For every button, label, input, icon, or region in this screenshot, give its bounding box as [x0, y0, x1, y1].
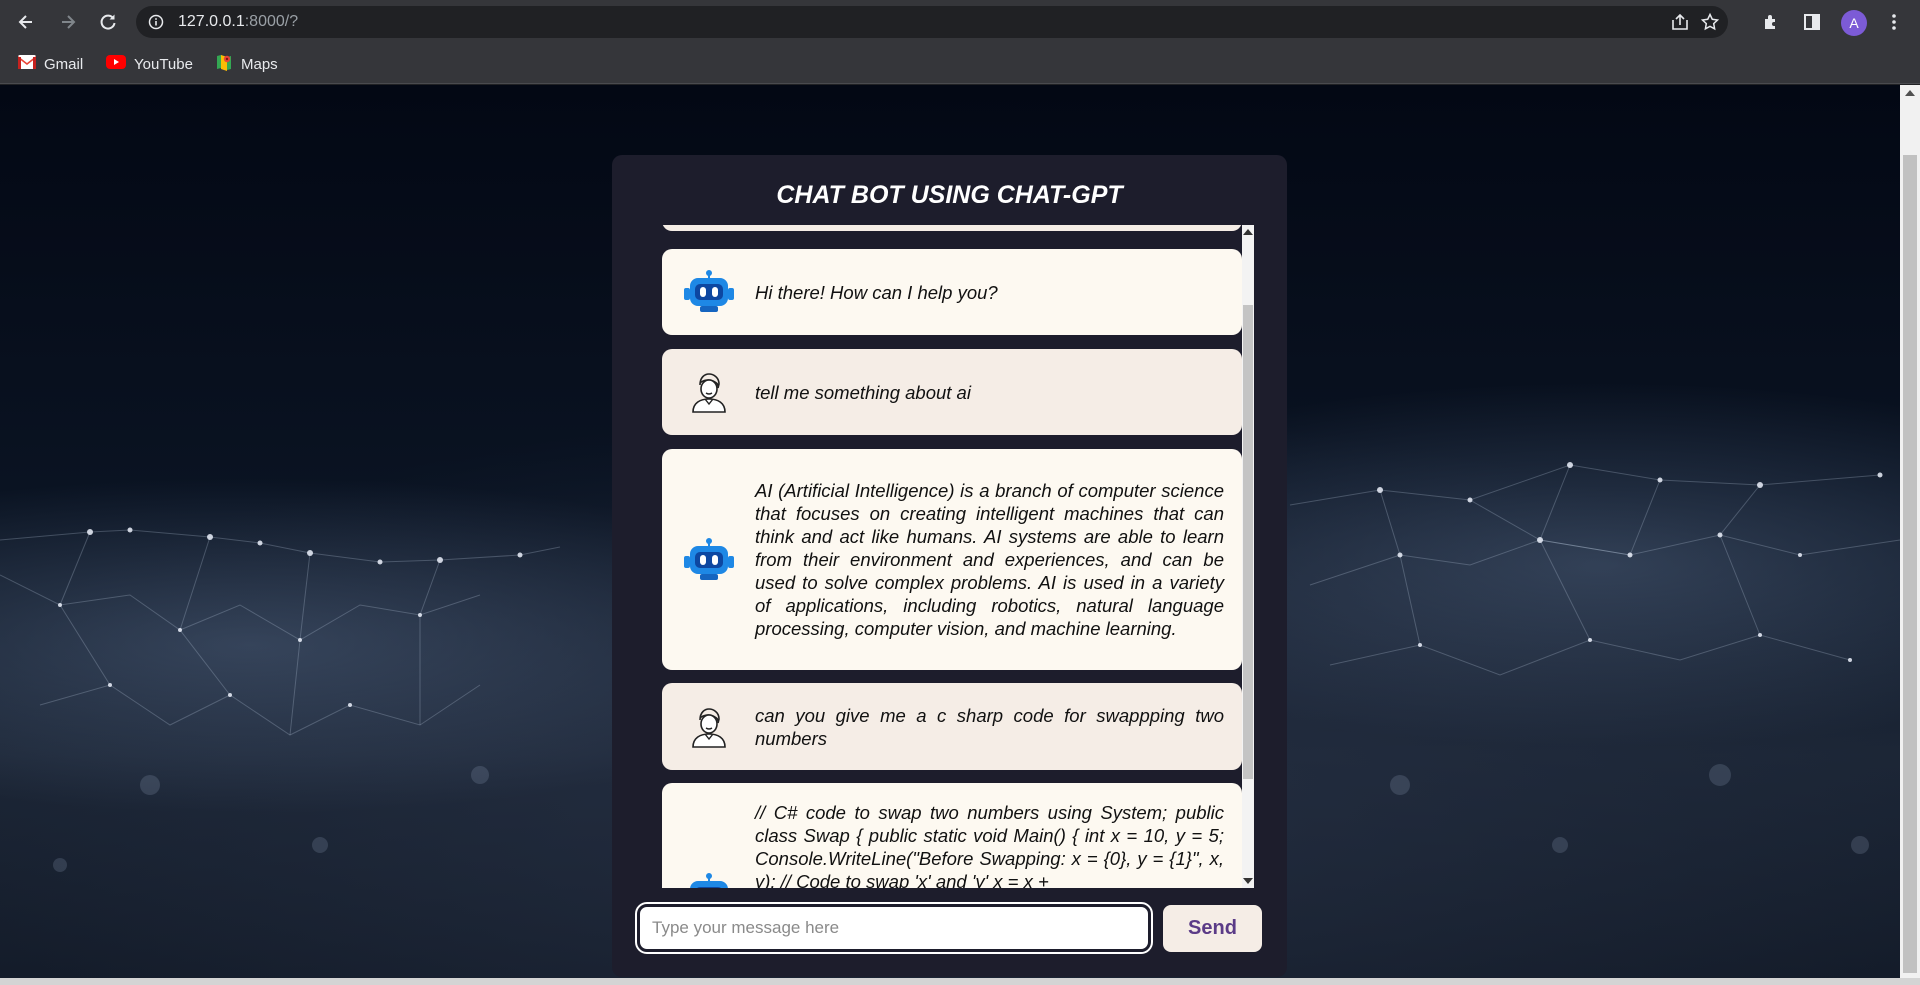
- message-text: can you give me a c sharp code for swapp…: [755, 704, 1224, 749]
- url-path: :8000/?: [244, 13, 299, 30]
- user-icon: [662, 371, 755, 413]
- message-list[interactable]: Hi there! How can I help you? tell me so…: [636, 225, 1248, 888]
- page-scrollbar-thumb[interactable]: [1903, 155, 1917, 973]
- robot-icon: [662, 801, 755, 888]
- message-input[interactable]: [640, 907, 1148, 949]
- message-text: tell me something about ai: [755, 381, 971, 403]
- star-icon[interactable]: [1700, 12, 1720, 32]
- scroll-up-arrow-icon[interactable]: [1905, 90, 1915, 96]
- message-input-wrapper: [635, 902, 1153, 954]
- robot-icon: [662, 537, 755, 582]
- chat-container: CHAT BOT USING CHAT-GPT Hi there! How ca…: [612, 155, 1287, 977]
- chat-title: CHAT BOT USING CHAT-GPT: [776, 181, 1123, 209]
- profile-avatar[interactable]: A: [1841, 10, 1867, 36]
- menu-icon[interactable]: [1882, 10, 1906, 34]
- bookmark-youtube[interactable]: YouTube: [106, 53, 193, 75]
- youtube-icon: [106, 55, 126, 73]
- browser-toolbar: 127.0.0.1:8000/? A: [0, 0, 1920, 44]
- message-bot: AI (Artificial Intelligence) is a branch…: [662, 449, 1242, 670]
- bookmark-label: YouTube: [134, 55, 193, 73]
- message-bot: // C# code to swap two numbers using Sys…: [662, 783, 1242, 888]
- bookmarks-bar: Gmail YouTube Maps: [0, 44, 1920, 84]
- address-bar[interactable]: 127.0.0.1:8000/?: [136, 6, 1728, 38]
- scroll-up-arrow-icon[interactable]: [1243, 229, 1253, 235]
- horizontal-scrollbar: [0, 978, 1920, 985]
- page-scrollbar[interactable]: [1900, 85, 1920, 978]
- gmail-icon: [18, 55, 36, 73]
- message-user: can you give me a c sharp code for swapp…: [662, 683, 1242, 770]
- scroll-down-arrow-icon[interactable]: [1243, 878, 1253, 884]
- info-icon[interactable]: [148, 14, 164, 35]
- message-text: AI (Artificial Intelligence) is a branch…: [755, 480, 1224, 639]
- robot-icon: [662, 270, 755, 314]
- url-host: 127.0.0.1: [178, 13, 245, 30]
- message-text: // C# code to swap two numbers using Sys…: [755, 802, 1224, 888]
- bookmark-label: Maps: [241, 55, 278, 73]
- user-icon: [662, 706, 755, 748]
- message-bot: Hi there! How can I help you?: [662, 249, 1242, 335]
- bookmark-label: Gmail: [44, 55, 84, 73]
- share-icon[interactable]: [1670, 12, 1690, 32]
- message-user: tell me something about ai: [662, 349, 1242, 435]
- sidepanel-icon[interactable]: [1800, 10, 1824, 34]
- forward-icon[interactable]: [54, 8, 82, 36]
- bookmark-gmail[interactable]: Gmail: [18, 53, 83, 75]
- reload-icon[interactable]: [94, 8, 122, 36]
- send-button[interactable]: Send: [1163, 905, 1262, 952]
- message-partial: [662, 225, 1242, 231]
- chat-scrollbar[interactable]: [1242, 225, 1254, 888]
- extensions-icon[interactable]: [1759, 10, 1783, 34]
- message-text: Hi there! How can I help you?: [755, 281, 998, 303]
- back-icon[interactable]: [12, 8, 40, 36]
- bookmark-maps[interactable]: Maps: [215, 53, 278, 75]
- url-text: 127.0.0.1:8000/?: [178, 13, 298, 31]
- maps-icon: [215, 53, 233, 75]
- chat-scrollbar-thumb[interactable]: [1243, 305, 1253, 779]
